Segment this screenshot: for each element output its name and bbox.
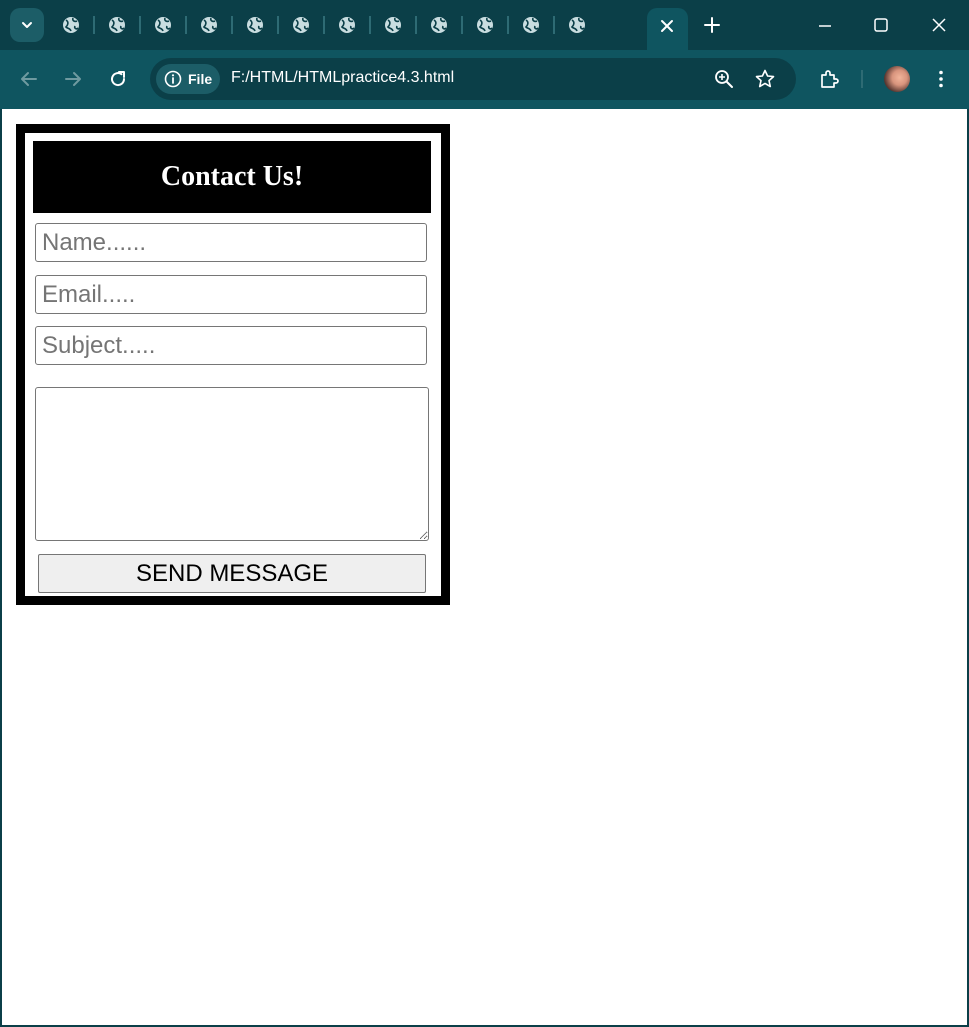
new-tab-icon[interactable] <box>702 15 722 35</box>
profile-avatar[interactable] <box>884 66 910 92</box>
name-input[interactable] <box>35 223 427 262</box>
tab-separator <box>139 16 141 34</box>
close-tab-icon[interactable] <box>659 18 675 34</box>
subject-input[interactable] <box>35 326 427 365</box>
globe-icon[interactable] <box>429 15 449 35</box>
toolbar-divider <box>861 70 863 88</box>
tab-separator <box>369 16 371 34</box>
tab-separator <box>507 16 509 34</box>
globe-icon[interactable] <box>199 15 219 35</box>
globe-icon[interactable] <box>567 15 587 35</box>
tab-separator <box>93 16 95 34</box>
globe-icon[interactable] <box>153 15 173 35</box>
page-viewport: Contact Us! SEND MESSAGE <box>2 109 967 1025</box>
chip-label: File <box>188 71 213 87</box>
globe-icon[interactable] <box>61 15 81 35</box>
globe-icon[interactable] <box>245 15 265 35</box>
globe-icon[interactable] <box>383 15 403 35</box>
contact-form: Contact Us! SEND MESSAGE <box>16 124 450 605</box>
globe-icon[interactable] <box>107 15 127 35</box>
send-message-button[interactable]: SEND MESSAGE <box>38 554 426 593</box>
info-icon <box>164 70 182 88</box>
form-title: Contact Us! <box>33 141 431 213</box>
tab-separator <box>415 16 417 34</box>
tab-search-button[interactable] <box>10 8 44 42</box>
zoom-in-icon[interactable] <box>714 69 734 89</box>
kebab-menu-icon[interactable] <box>930 68 952 90</box>
globe-icon[interactable] <box>475 15 495 35</box>
tab-separator <box>553 16 555 34</box>
bookmark-star-icon[interactable] <box>754 68 776 90</box>
email-input[interactable] <box>35 275 427 314</box>
tab-separator <box>231 16 233 34</box>
site-info-chip[interactable]: File <box>156 64 220 94</box>
globe-icon[interactable] <box>291 15 311 35</box>
tab-separator <box>185 16 187 34</box>
tab-separator <box>277 16 279 34</box>
close-window-icon[interactable] <box>929 15 949 35</box>
back-arrow-icon[interactable] <box>18 68 40 90</box>
forward-arrow-icon[interactable] <box>62 68 84 90</box>
address-bar[interactable]: File F:/HTML/HTMLpractice4.3.html <box>150 58 796 100</box>
browser-toolbar: File F:/HTML/HTMLpractice4.3.html <box>0 50 969 109</box>
reload-icon[interactable] <box>107 68 129 90</box>
minimize-icon[interactable] <box>815 16 835 36</box>
url-text[interactable]: F:/HTML/HTMLpractice4.3.html <box>231 69 454 87</box>
globe-icon[interactable] <box>337 15 357 35</box>
tab-separator <box>323 16 325 34</box>
chevron-down-icon <box>22 22 32 28</box>
tab-separator <box>461 16 463 34</box>
globe-icon[interactable] <box>521 15 541 35</box>
message-textarea[interactable] <box>35 387 429 541</box>
maximize-icon[interactable] <box>871 15 891 35</box>
tab-strip <box>0 0 969 50</box>
active-tab[interactable] <box>647 8 688 50</box>
extensions-puzzle-icon[interactable] <box>818 68 840 90</box>
